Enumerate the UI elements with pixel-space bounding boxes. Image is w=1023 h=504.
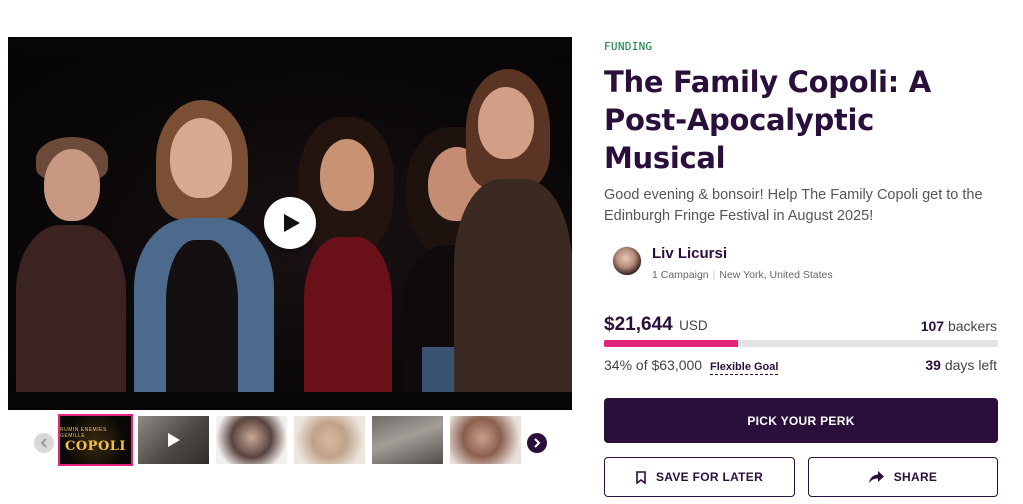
creator-name[interactable]: Liv Licursi (652, 245, 727, 262)
play-icon (284, 214, 300, 232)
backers-number: 107 (920, 318, 945, 334)
raised-currency: USD (679, 318, 708, 333)
raised-amount: $21,644 (604, 314, 673, 335)
save-for-later-button[interactable]: SAVE FOR LATER (604, 457, 795, 497)
play-button[interactable] (264, 197, 316, 249)
funding-progress-bar (604, 340, 998, 347)
creator-meta: 1 Campaign | New York, United States (652, 269, 833, 281)
save-for-later-label: SAVE FOR LATER (655, 470, 764, 484)
creator-campaign-count: 1 Campaign (652, 269, 709, 281)
backers-count: 107 backers (921, 318, 997, 334)
thumbnail-5[interactable] (372, 416, 443, 464)
campaign-status-label: FUNDING (604, 40, 653, 53)
share-label: SHARE (893, 470, 938, 484)
thumbnail-next-button[interactable] (527, 433, 547, 453)
days-left-number: 39 (925, 357, 941, 373)
creator-location: New York, United States (719, 269, 833, 281)
thumbnail-logo-text: COPOLI (65, 438, 126, 454)
campaign-tagline: Good evening & bonsoir! Help The Family … (604, 187, 983, 224)
video-person-3 (286, 117, 406, 392)
funds-raised: $21,644 USD (604, 314, 708, 336)
campaign-video[interactable] (8, 37, 572, 410)
pick-your-perk-label: PICK YOUR PERK (747, 413, 855, 428)
video-person-2 (126, 100, 276, 392)
funding-goal: 34% of $63,000 Flexible Goal (604, 357, 779, 375)
copoli-logo-thumbnail: RUMIN ENEMIES GEMILLE COPOLI (60, 416, 131, 464)
chevron-left-icon (40, 438, 47, 448)
creator-info: Liv Licursi 1 Campaign | New York, United … (612, 244, 912, 284)
video-person-1 (16, 125, 126, 392)
flexible-goal-link[interactable]: Flexible Goal (709, 361, 779, 375)
funding-progress-fill (604, 340, 738, 347)
thumbnail-3[interactable] (216, 416, 287, 464)
thumbnail-2[interactable] (138, 416, 209, 464)
campaign-title: The Family Copoli: A Post-Apocalyptic Mu… (604, 65, 931, 175)
bookmark-icon (636, 470, 646, 484)
thumbnail-6[interactable] (450, 416, 521, 464)
meta-divider: | (712, 269, 716, 281)
chevron-right-icon (534, 438, 541, 448)
pick-your-perk-button[interactable]: PICK YOUR PERK (604, 398, 998, 443)
play-icon (168, 433, 180, 447)
thumbnail-1[interactable]: RUMIN ENEMIES GEMILLE COPOLI (58, 414, 133, 466)
thumbnail-4[interactable] (294, 416, 365, 464)
video-person-5 (454, 69, 572, 392)
backers-label: backers (947, 318, 997, 334)
share-button[interactable]: SHARE (808, 457, 998, 497)
days-left: 39 days left (925, 357, 997, 373)
days-left-label: days left (944, 357, 997, 373)
creator-avatar[interactable] (612, 246, 642, 276)
thumbnail-prev-button[interactable] (34, 433, 54, 453)
share-arrow-icon (868, 471, 884, 483)
thumbnail-logo-small-text: RUMIN ENEMIES GEMILLE (60, 426, 107, 439)
media-thumbnail-strip: RUMIN ENEMIES GEMILLE COPOLI (32, 414, 550, 466)
goal-percent-text: 34% of $63,000 (604, 357, 703, 373)
